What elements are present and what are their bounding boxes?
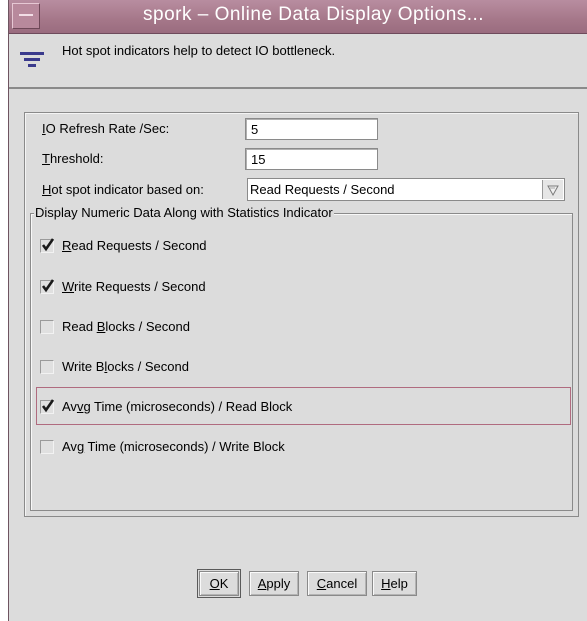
checkbox-label-pre: Av (62, 439, 77, 454)
checkbox-label: Write Blocks / Second (62, 359, 189, 374)
checkbox-label-post: rite Requests / Second (74, 279, 206, 294)
checkbox-box[interactable] (40, 399, 55, 414)
ok-mnemonic: O (209, 576, 220, 591)
checkmark-icon (41, 238, 55, 252)
hotspot-basis-select[interactable]: Read Requests / Second (247, 178, 565, 201)
cancel-button[interactable]: Cancel (307, 571, 367, 596)
checkbox-label: Read Requests / Second (62, 238, 207, 253)
checkbox-label-mnemonic: R (62, 238, 72, 253)
checkbox-box[interactable] (40, 360, 54, 374)
checkbox-label: Avvg Time (microseconds) / Read Block (62, 399, 292, 414)
window-title: spork – Online Data Display Options... (143, 4, 485, 25)
checkbox-label: Write Requests / Second (62, 279, 206, 294)
help-label: elp (390, 576, 408, 591)
checkbox-label-post: locks / Second (105, 319, 190, 334)
hotspot-basis-label-text: ot spot indicator based on: (51, 182, 204, 197)
hotspot-basis-mnemonic: H (42, 182, 52, 197)
refresh-rate-label: IO Refresh Rate /Sec: (42, 121, 169, 136)
refresh-rate-input[interactable]: 5 (245, 118, 378, 140)
checkmark-icon (41, 399, 55, 413)
checkbox-label-post: ocks / Second (107, 359, 189, 374)
checkbox-box[interactable] (40, 440, 54, 454)
title-bar[interactable]: spork – Online Data Display Options... (9, 0, 587, 34)
cancel-mnemonic: C (316, 576, 327, 591)
checkbox-label-post: Time (microseconds) / Write Block (84, 439, 285, 454)
help-button[interactable]: Help (372, 571, 417, 596)
checkmark-icon (41, 279, 55, 293)
chevron-down-icon (547, 185, 559, 197)
refresh-rate-label-text: O Refresh Rate /Sec: (45, 121, 170, 136)
checkbox-box[interactable] (40, 238, 55, 253)
ok-button[interactable]: OK (197, 569, 241, 598)
checkbox-label: Read Blocks / Second (62, 319, 190, 334)
apply-label: pply (266, 576, 291, 591)
apply-button[interactable]: Apply (249, 571, 299, 596)
checkbox-label-mnemonic: W (62, 279, 75, 294)
window-menu-icon (19, 14, 33, 16)
threshold-mnemonic: T (42, 151, 50, 166)
threshold-input[interactable]: 15 (245, 148, 378, 170)
hotspot-basis-label: Hot spot indicator based on: (42, 182, 204, 197)
help-mnemonic: H (381, 576, 391, 591)
threshold-label-text: hreshold: (49, 151, 104, 166)
window-menu-button[interactable] (12, 3, 40, 29)
statistics-group-legend: Display Numeric Data Along with Statisti… (34, 205, 334, 220)
hotspot-basis-value: Read Requests / Second (250, 182, 395, 197)
threshold-label: Threshold: (42, 151, 103, 166)
hotspot-indicator-icon (20, 52, 44, 67)
checkbox-label-post: ead Requests / Second (71, 238, 207, 253)
checkbox-label-pre: Read (62, 319, 97, 334)
dropdown-arrow-button[interactable] (542, 180, 563, 199)
checkbox-label-pre: Write B (62, 359, 105, 374)
checkbox-box[interactable] (40, 320, 54, 334)
ok-label: K (219, 576, 229, 591)
checkbox-label-post: g Time (microseconds) / Read Block (83, 399, 293, 414)
description-header: Hot spot indicators help to detect IO bo… (9, 34, 587, 89)
cancel-label: ancel (326, 576, 358, 591)
checkbox-box[interactable] (40, 279, 55, 294)
checkbox-label-pre: Av (62, 399, 77, 414)
checkbox-label: Avg Time (microseconds) / Write Block (62, 439, 285, 454)
description-text: Hot spot indicators help to detect IO bo… (62, 43, 336, 58)
